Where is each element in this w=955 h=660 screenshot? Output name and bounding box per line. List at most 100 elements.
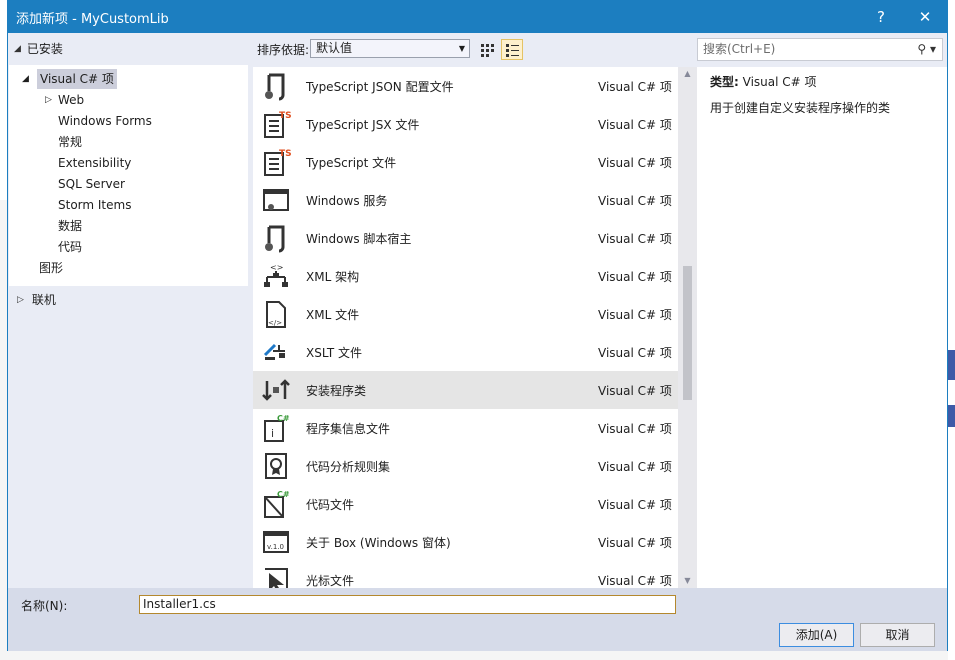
item-description: 用于创建自定义安装程序操作的类 (710, 101, 891, 115)
item-name: XML 架构 (306, 269, 360, 284)
list-item[interactable]: TypeScript JSON 配置文件 Visual C# 项 (253, 67, 678, 105)
title-bar: 添加新项 - MyCustomLib ? ✕ (8, 1, 947, 33)
search-input[interactable]: 搜索(Ctrl+E) ⚲ ▾ (697, 38, 943, 61)
tree-node-sql-server[interactable]: SQL Server (58, 174, 125, 194)
windows-service-icon (261, 185, 291, 215)
installed-label: 已安装 (26, 42, 63, 56)
assembly-info-icon: i C# (261, 413, 291, 443)
item-type: Visual C# 项 (598, 573, 672, 588)
name-input[interactable]: Installer1.cs (139, 595, 676, 614)
name-label: 名称(N): (21, 599, 68, 613)
item-name: XSLT 文件 (306, 345, 363, 360)
list-item[interactable]: 安装程序类 Visual C# 项 (253, 371, 678, 409)
background-window-right (948, 0, 955, 660)
list-item[interactable]: 代码分析规则集 Visual C# 项 (253, 447, 678, 485)
item-type: Visual C# 项 (598, 117, 672, 132)
svg-text:C#: C# (277, 414, 290, 423)
list-item[interactable]: Windows 脚本宿主 Visual C# 项 (253, 219, 678, 257)
item-name: 程序集信息文件 (306, 421, 391, 436)
tree-node-data[interactable]: 数据 (58, 216, 82, 236)
list-item[interactable]: 光标文件 Visual C# 项 (253, 561, 678, 588)
cursor-file-icon (261, 565, 291, 588)
close-button[interactable]: ✕ (903, 8, 947, 26)
tree-node-extensibility[interactable]: Extensibility (58, 153, 131, 173)
sort-dropdown[interactable]: 默认值 ▼ (310, 39, 470, 58)
item-type: Visual C# 项 (598, 79, 672, 94)
tree-node-windows-forms[interactable]: Windows Forms (58, 111, 152, 131)
svg-text:</>: </> (268, 319, 282, 327)
expanded-triangle-icon[interactable]: ◢ (14, 44, 21, 54)
item-name: Windows 脚本宿主 (306, 231, 412, 246)
item-type: Visual C# 项 (598, 345, 672, 360)
tree-node-web[interactable]: Web (58, 90, 84, 110)
scroll-down-icon[interactable]: ▼ (678, 576, 697, 585)
item-type: Visual C# 项 (598, 193, 672, 208)
cancel-button[interactable]: 取消 (860, 623, 935, 647)
search-icon[interactable]: ⚲ ▾ (917, 39, 936, 60)
ts-file-icon: TS (261, 147, 291, 177)
item-type: Visual C# 项 (598, 421, 672, 436)
code-file-icon: C# (261, 489, 291, 519)
list-item[interactable]: C# 代码文件 Visual C# 项 (253, 485, 678, 523)
add-button[interactable]: 添加(A) (779, 623, 854, 647)
footer: 名称(N): Installer1.cs 添加(A) 取消 (8, 588, 947, 651)
list-item[interactable]: TS TypeScript JSX 文件 Visual C# 项 (253, 105, 678, 143)
item-name: TypeScript JSX 文件 (306, 117, 420, 132)
svg-text:v.1.0: v.1.0 (267, 543, 284, 551)
item-type: Visual C# 项 (598, 307, 672, 322)
sort-value: 默认值 (316, 41, 353, 55)
list-view-button[interactable] (501, 39, 523, 60)
ts-file-icon: TS (261, 109, 291, 139)
item-name: TypeScript 文件 (306, 155, 397, 170)
script-icon (261, 223, 291, 253)
item-type: Visual C# 项 (598, 155, 672, 170)
item-name: 代码文件 (306, 497, 355, 512)
type-label: 类型: (710, 75, 739, 89)
scroll-up-icon[interactable]: ▲ (678, 69, 697, 78)
item-name: 光标文件 (306, 573, 355, 588)
collapsed-triangle-icon[interactable]: ▷ (45, 90, 52, 110)
ruleset-icon (261, 451, 291, 481)
item-name: 关于 Box (Windows 窗体) (306, 535, 451, 550)
detail-panel: 类型: Visual C# 项 用于创建自定义安装程序操作的类 (697, 67, 947, 588)
list-item[interactable]: <> XML 架构 Visual C# 项 (253, 257, 678, 295)
list-item[interactable]: XSLT 文件 Visual C# 项 (253, 333, 678, 371)
item-name: XML 文件 (306, 307, 360, 322)
list-item[interactable]: TS TypeScript 文件 Visual C# 项 (253, 143, 678, 181)
list-view-icon (506, 43, 519, 57)
item-type: Visual C# 项 (598, 269, 672, 284)
chevron-down-icon: ▼ (458, 44, 465, 53)
tree-node-online[interactable]: ▷ 联机 (17, 291, 56, 308)
tree-node-code[interactable]: 代码 (58, 237, 82, 257)
xml-file-icon: </> (261, 299, 291, 329)
list-item[interactable]: </> XML 文件 Visual C# 项 (253, 295, 678, 333)
item-type: Visual C# 项 (598, 459, 672, 474)
expanded-triangle-icon[interactable]: ◢ (22, 69, 29, 89)
tree-node-general[interactable]: 常规 (58, 132, 82, 152)
template-tree: ◢ Visual C# 项 ▷ Web Windows Forms 常规 Ext… (9, 65, 248, 286)
online-label: 联机 (31, 293, 56, 307)
xml-schema-icon: <> (261, 261, 291, 291)
window-title: 添加新项 - MyCustomLib (16, 11, 169, 27)
list-item[interactable]: Windows 服务 Visual C# 项 (253, 181, 678, 219)
sort-label: 排序依据: (257, 43, 310, 57)
add-new-item-dialog: 添加新项 - MyCustomLib ? ✕ ◢ 已安装 排序依据: 默认值 ▼ … (7, 0, 948, 651)
tree-node-storm-items[interactable]: Storm Items (58, 195, 131, 215)
tree-node-installed[interactable]: ◢ 已安装 (14, 40, 63, 57)
search-placeholder: 搜索(Ctrl+E) (703, 42, 776, 56)
item-type: Visual C# 项 (598, 535, 672, 550)
svg-text:TS: TS (279, 149, 291, 159)
svg-text:<>: <> (270, 263, 283, 272)
script-icon (261, 71, 291, 101)
list-scrollbar[interactable]: ▲ ▼ (678, 67, 697, 588)
collapsed-triangle-icon[interactable]: ▷ (17, 295, 24, 305)
scrollbar-thumb[interactable] (683, 266, 692, 400)
list-item[interactable]: i C# 程序集信息文件 Visual C# 项 (253, 409, 678, 447)
help-button[interactable]: ? (859, 8, 903, 26)
small-icons-view-button[interactable] (476, 39, 498, 60)
tree-node-graphics[interactable]: 图形 (39, 258, 63, 278)
item-type: Visual C# 项 (598, 231, 672, 246)
tree-node-visual-csharp[interactable]: Visual C# 项 (37, 69, 117, 89)
xslt-icon (261, 337, 291, 367)
list-item[interactable]: v.1.0 关于 Box (Windows 窗体) Visual C# 项 (253, 523, 678, 561)
